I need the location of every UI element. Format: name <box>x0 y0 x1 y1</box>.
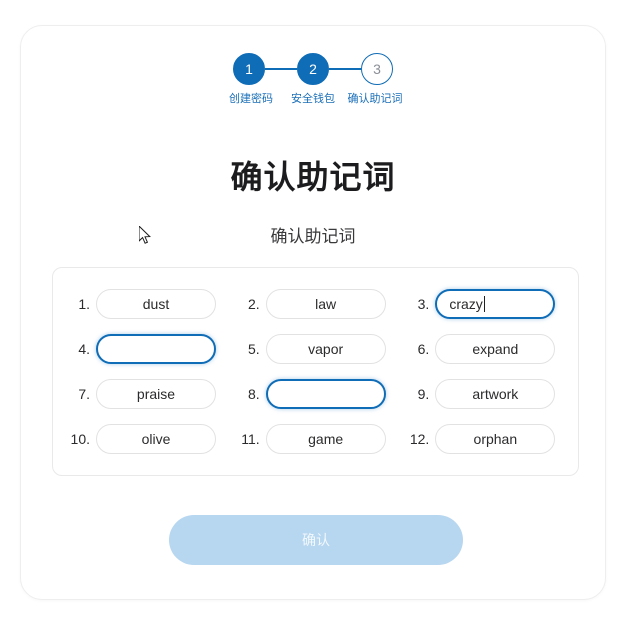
mnemonic-cell: 6. expand <box>402 327 568 372</box>
mnemonic-value: praise <box>136 385 176 402</box>
mnemonic-value: crazy <box>449 296 483 313</box>
mnemonic-cell: 12. orphan <box>402 416 568 461</box>
mnemonic-index: 9. <box>417 385 430 402</box>
step-1[interactable]: 1 <box>233 53 265 85</box>
mnemonic-cell: 7. praise <box>63 372 229 417</box>
step-3[interactable]: 3 <box>361 53 393 85</box>
mnemonic-cell: 9. artwork <box>402 372 568 417</box>
app-root: 1 2 3 创建密码 安全钱包 确认助记词 确认助记词 确认助记词 1. dus… <box>0 0 626 621</box>
step-3-label: 确认助记词 <box>347 93 403 105</box>
mnemonic-cell: 11. game <box>233 416 399 461</box>
mnemonic-input-6[interactable]: expand <box>435 334 556 365</box>
mnemonic-value: dust <box>142 296 170 313</box>
mnemonic-cell: 3. crazy <box>402 282 568 327</box>
step-3-circle[interactable]: 3 <box>361 53 393 85</box>
mnemonic-index: 3. <box>417 296 430 313</box>
mnemonic-index: 10. <box>70 430 90 447</box>
mnemonic-input-4[interactable] <box>96 334 216 365</box>
mnemonic-input-3[interactable]: crazy <box>435 289 556 320</box>
step-connector-1 <box>265 67 297 71</box>
mnemonic-value: olive <box>141 430 171 447</box>
step-2[interactable]: 2 <box>297 53 329 85</box>
step-2-circle[interactable]: 2 <box>297 53 329 85</box>
stepper-labels: 创建密码 安全钱包 确认助记词 <box>21 92 605 106</box>
confirm-button[interactable]: 确认 <box>169 515 463 565</box>
mnemonic-index: 6. <box>417 341 430 358</box>
mnemonic-value: artwork <box>472 385 519 402</box>
step-2-label: 安全钱包 <box>291 93 335 105</box>
mnemonic-value: game <box>308 430 344 447</box>
mnemonic-grid-container: 1. dust 2. law 3. crazy 4. 5. vapor 6. expand 7. pra… <box>52 267 579 476</box>
mnemonic-input-8[interactable] <box>265 378 386 409</box>
step-2-number: 2 <box>309 61 317 77</box>
mnemonic-cell: 2. law <box>233 282 399 327</box>
mnemonic-cell: 8. <box>233 372 399 417</box>
mnemonic-cell: 10. olive <box>63 416 229 461</box>
step-1-number: 1 <box>245 61 253 77</box>
mnemonic-input-11[interactable]: game <box>265 423 386 454</box>
stepper: 1 2 3 <box>21 53 605 85</box>
mnemonic-input-7[interactable]: praise <box>96 378 216 409</box>
step-connector-2 <box>329 67 361 71</box>
mnemonic-value: vapor <box>308 341 344 358</box>
mnemonic-value: expand <box>472 341 519 358</box>
text-caret <box>483 296 485 313</box>
mnemonic-input-2[interactable]: law <box>265 289 386 320</box>
mnemonic-input-1[interactable]: dust <box>96 289 216 320</box>
mnemonic-index: 5. <box>247 341 260 358</box>
mnemonic-index: 11. <box>241 430 260 447</box>
mnemonic-input-10[interactable]: olive <box>96 423 216 454</box>
mnemonic-index: 2. <box>247 296 260 313</box>
mnemonic-index: 8. <box>247 385 260 402</box>
mnemonic-input-5[interactable]: vapor <box>265 334 386 365</box>
mnemonic-cell: 4. <box>63 327 229 372</box>
wallet-setup-card: 1 2 3 创建密码 安全钱包 确认助记词 确认助记词 确认助记词 1. dus… <box>20 25 606 600</box>
page-subtitle: 确认助记词 <box>270 227 356 246</box>
mnemonic-index: 12. <box>409 430 430 447</box>
step-1-circle[interactable]: 1 <box>233 53 265 85</box>
mnemonic-index: 4. <box>78 341 90 358</box>
mnemonic-value: law <box>315 296 337 313</box>
mnemonic-index: 1. <box>78 296 90 313</box>
mnemonic-index: 7. <box>78 385 90 402</box>
mnemonic-grid: 1. dust 2. law 3. crazy 4. 5. vapor 6. expand 7. pra… <box>63 282 568 461</box>
mnemonic-cell: 1. dust <box>63 282 229 327</box>
mnemonic-input-12[interactable]: orphan <box>435 423 556 454</box>
page-title: 确认助记词 <box>230 159 396 195</box>
mnemonic-cell: 5. vapor <box>233 327 399 372</box>
mnemonic-value: orphan <box>473 430 518 447</box>
step-1-label: 创建密码 <box>229 93 273 105</box>
mnemonic-input-9[interactable]: artwork <box>435 378 556 409</box>
step-3-number: 3 <box>373 61 381 77</box>
